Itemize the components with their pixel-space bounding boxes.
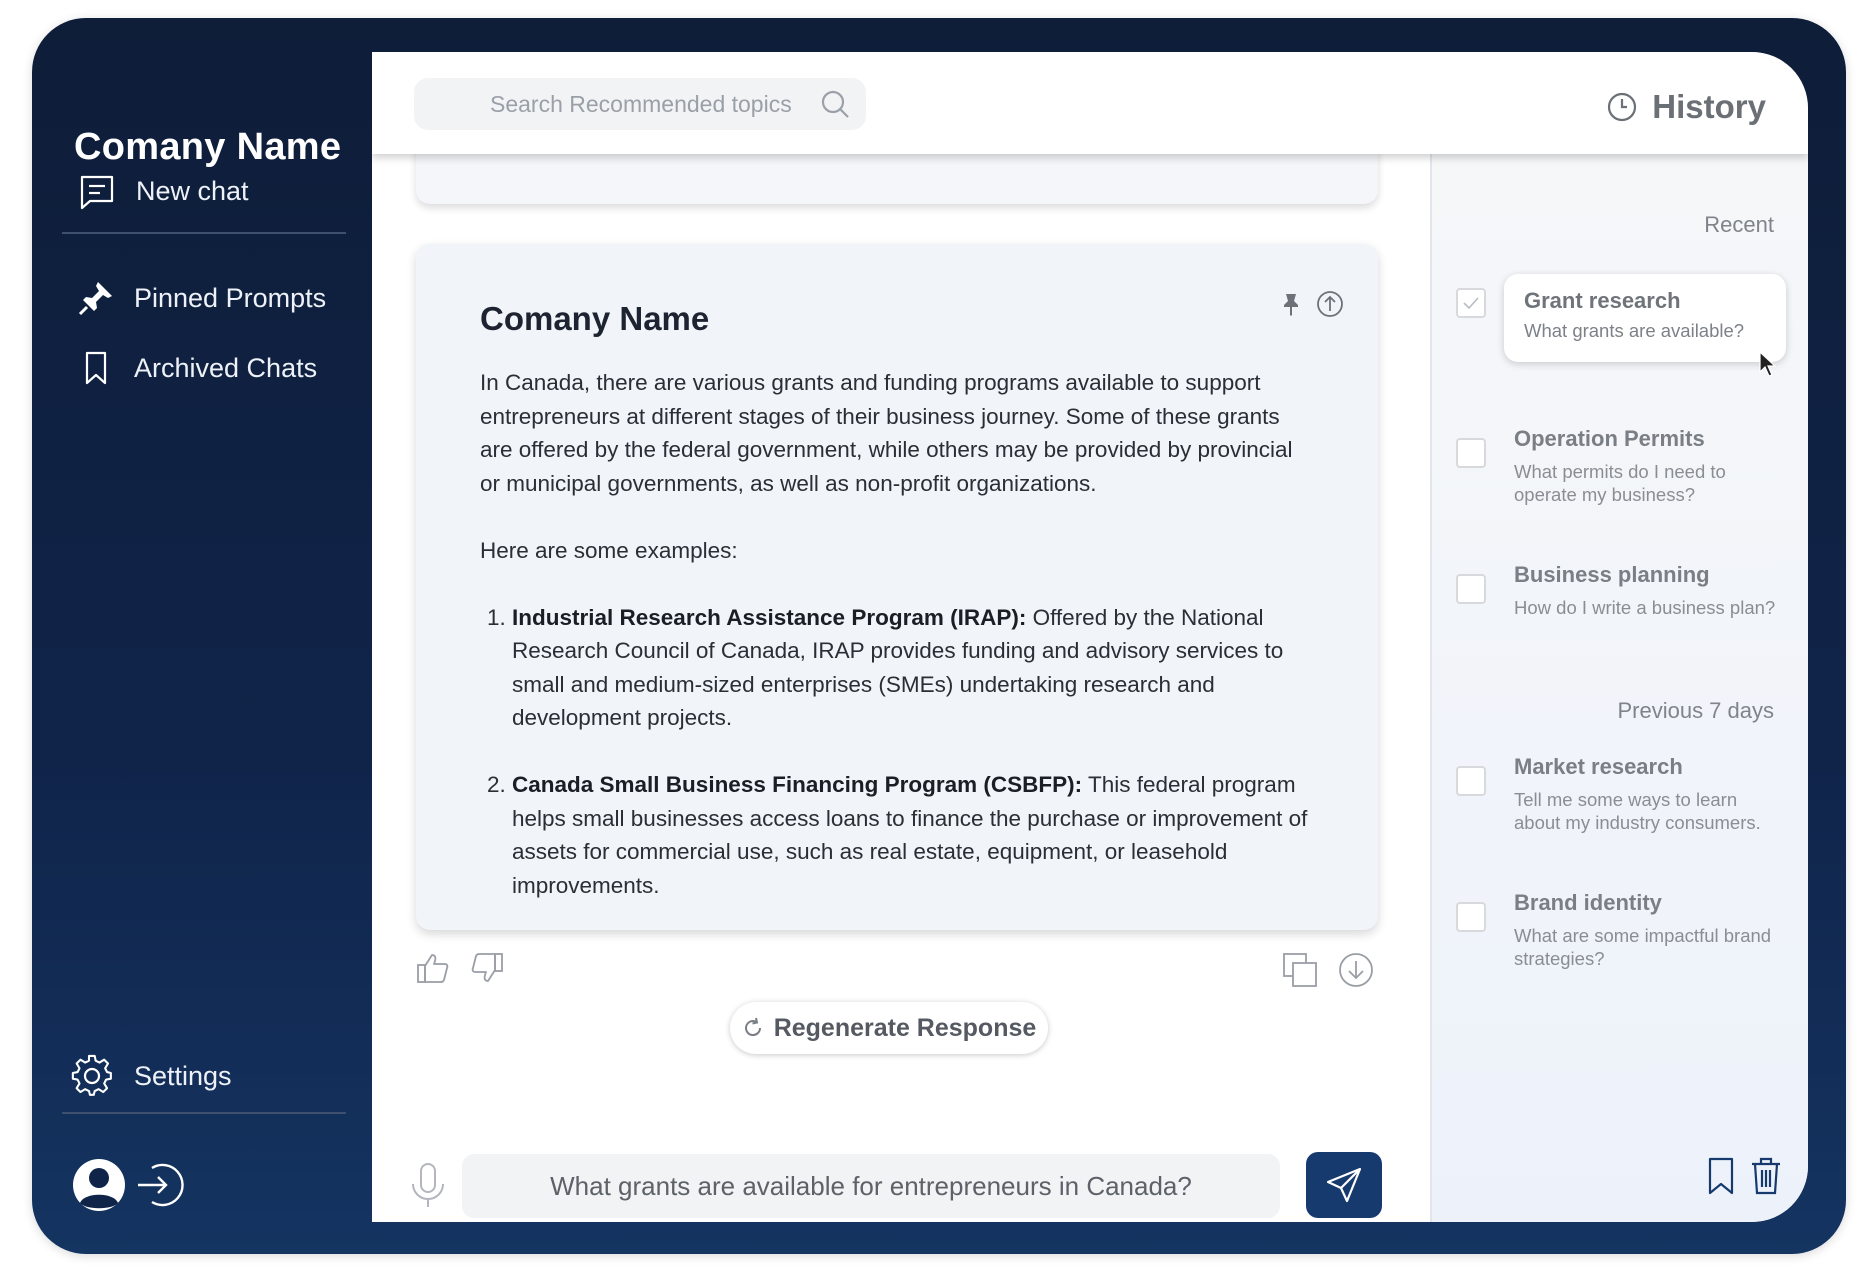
previous-7-days-label: Previous 7 days bbox=[1617, 698, 1774, 723]
brand-name: Comany Name bbox=[74, 126, 342, 168]
upload-circle-icon[interactable] bbox=[1316, 290, 1344, 318]
clock-icon bbox=[1608, 92, 1637, 122]
response-intro: In Canada, there are various grants and … bbox=[480, 370, 1293, 496]
trash-icon[interactable] bbox=[1750, 1156, 1782, 1196]
bookmark-icon[interactable] bbox=[1706, 1156, 1736, 1196]
thumbs-down-icon[interactable] bbox=[470, 952, 504, 984]
history-item-subtitle: Tell me some ways to learn about my indu… bbox=[1514, 789, 1761, 833]
copy-icon[interactable] bbox=[1282, 952, 1318, 988]
history-card-active[interactable]: Grant research What grants are available… bbox=[1504, 274, 1786, 377]
sidebar: Comany Name New chat Pinned Prompts Arch… bbox=[32, 18, 372, 1254]
top-bar: History bbox=[372, 52, 1808, 154]
card-actions bbox=[1280, 290, 1344, 318]
chat-area: Comany Name In Canada, there are various… bbox=[372, 134, 1430, 1222]
history-item-title: Brand identity bbox=[1514, 890, 1662, 915]
history-checkbox[interactable] bbox=[1456, 902, 1486, 932]
history-header: History bbox=[1606, 88, 1766, 126]
chat-icon bbox=[80, 175, 114, 210]
grant-list: Industrial Research Assistance Program (… bbox=[480, 601, 1312, 903]
grant-name: Canada Small Business Financing Program … bbox=[512, 772, 1083, 797]
response-card: Comany Name In Canada, there are various… bbox=[416, 244, 1378, 930]
archived-chats-label: Archived Chats bbox=[134, 352, 318, 383]
sidebar-item-pinned-prompts[interactable]: Pinned Prompts bbox=[78, 280, 326, 316]
history-checkbox[interactable] bbox=[1456, 438, 1486, 468]
list-item: Canada Small Business Financing Program … bbox=[512, 768, 1312, 902]
list-item: Industrial Research Assistance Program (… bbox=[512, 601, 1312, 735]
response-examples-lead: Here are some examples: bbox=[480, 537, 738, 563]
send-button[interactable] bbox=[1306, 1152, 1382, 1218]
message-input[interactable] bbox=[462, 1170, 1280, 1202]
response-title: Comany Name bbox=[480, 300, 710, 337]
refresh-icon bbox=[744, 1017, 761, 1037]
regenerate-response-button[interactable]: Regenerate Response bbox=[730, 1002, 1048, 1054]
new-chat-label: New chat bbox=[136, 175, 249, 206]
settings-label: Settings bbox=[134, 1060, 232, 1091]
new-chat-button[interactable]: New chat bbox=[78, 172, 249, 210]
cursor-icon bbox=[1759, 350, 1777, 377]
check-icon bbox=[1463, 297, 1479, 310]
history-item-subtitle: What grants are available? bbox=[1524, 320, 1745, 341]
search-icon[interactable] bbox=[820, 89, 850, 119]
user-avatar-icon[interactable] bbox=[72, 1158, 126, 1212]
recent-label: Recent bbox=[1704, 212, 1774, 237]
history-checkbox[interactable] bbox=[1456, 288, 1486, 318]
history-checkbox[interactable] bbox=[1456, 574, 1486, 604]
download-circle-icon[interactable] bbox=[1338, 952, 1374, 988]
history-item-title: Operation Permits bbox=[1514, 426, 1705, 451]
grant-name: Industrial Research Assistance Program (… bbox=[512, 604, 1027, 630]
sidebar-divider bbox=[62, 1112, 346, 1114]
pin-icon bbox=[78, 282, 112, 316]
logout-icon[interactable] bbox=[132, 1158, 186, 1212]
history-item-subtitle: How do I write a business plan? bbox=[1514, 597, 1776, 618]
history-checkbox[interactable] bbox=[1456, 766, 1486, 796]
history-item-subtitle: What are some impactful brand strategies… bbox=[1514, 925, 1772, 969]
response-body: In Canada, there are various grants and … bbox=[480, 366, 1312, 902]
bookmark-icon bbox=[85, 351, 107, 385]
history-item-title: Market research bbox=[1514, 754, 1683, 779]
message-input-box[interactable] bbox=[462, 1154, 1280, 1218]
pinned-prompts-label: Pinned Prompts bbox=[134, 282, 327, 313]
sidebar-divider bbox=[62, 232, 346, 234]
thumbs-up-icon[interactable] bbox=[416, 952, 450, 984]
regenerate-label: Regenerate Response bbox=[773, 1013, 1037, 1042]
search-box[interactable] bbox=[414, 78, 866, 130]
microphone-icon[interactable] bbox=[408, 1162, 448, 1210]
history-panel: Recent Grant research What grants are av… bbox=[1430, 154, 1808, 1222]
main-panel: History Comany Name In Canada, there are… bbox=[372, 52, 1808, 1222]
sidebar-item-archived-chats[interactable]: Archived Chats bbox=[78, 350, 317, 386]
history-title: History bbox=[1652, 88, 1766, 125]
send-icon bbox=[1326, 1167, 1362, 1203]
history-actions bbox=[1706, 1156, 1782, 1196]
settings-button[interactable]: Settings bbox=[70, 1054, 232, 1098]
search-input[interactable] bbox=[490, 90, 850, 118]
gear-icon bbox=[71, 1054, 112, 1096]
history-item-subtitle: What permits do I need to operate my bus… bbox=[1514, 461, 1726, 505]
history-item-title: Business planning bbox=[1514, 562, 1710, 587]
history-item-title: Grant research bbox=[1524, 288, 1681, 313]
pin-icon[interactable] bbox=[1280, 292, 1302, 316]
